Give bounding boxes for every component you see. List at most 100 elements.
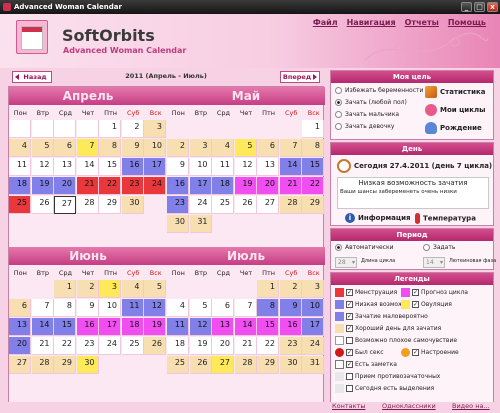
period-set-option[interactable]: Задать [423,244,455,251]
day-cell[interactable]: 17 [99,318,121,336]
close-button[interactable]: x [487,2,498,12]
day-cell[interactable]: 2 [121,120,144,138]
day-cell[interactable]: 28 [31,356,54,374]
day-cell[interactable]: 23 [279,337,302,355]
day-cell[interactable]: 2 [279,280,302,298]
menu-navigation[interactable]: Навигация [347,18,396,27]
day-cell[interactable]: 1 [257,280,279,298]
day-cell[interactable]: 18 [212,177,234,195]
period-auto-option[interactable]: Автоматически [335,244,393,251]
goal-option-boy[interactable]: Зачать мальчика [335,111,399,118]
day-cell[interactable]: 25 [212,196,234,214]
day-cell[interactable]: 26 [189,356,212,374]
legend-good-day[interactable]: ✓ Хороший день для зачатия [335,324,441,333]
day-cell[interactable]: 30 [167,215,189,233]
day-cell[interactable]: 3 [189,139,212,157]
contacts-link[interactable]: Контакты [332,402,365,410]
day-cell[interactable]: 14 [279,158,302,176]
legend-unlikely[interactable]: ✓ Зачатие маловероятно [335,312,428,321]
day-cell[interactable]: 16 [121,158,144,176]
legend-note[interactable]: ✓ Есть заметка [335,360,397,369]
day-cell[interactable]: 9 [279,299,302,317]
legend-bad-feeling[interactable]: Возможно плохое самочувствие [335,336,457,345]
day-cell[interactable]: 3 [99,280,121,298]
day-cell[interactable]: 29 [302,196,324,214]
day-cell[interactable]: 27 [257,196,279,214]
day-cell[interactable]: 2 [167,139,189,157]
day-cell[interactable]: 9 [76,299,99,317]
day-cell[interactable]: 30 [279,356,302,374]
video-link[interactable]: Видео на... [452,402,490,410]
day-cell[interactable]: 21 [76,177,99,195]
menu-file[interactable]: Файл [313,18,338,27]
day-cell[interactable]: 19 [31,177,54,195]
day-cell[interactable]: 25 [9,196,31,214]
day-cell[interactable]: 14 [76,158,99,176]
day-cell[interactable]: 9 [167,158,189,176]
day-cell[interactable]: 25 [167,356,189,374]
day-cell[interactable]: 17 [144,158,166,176]
day-cell[interactable]: 5 [31,139,54,157]
day-cell[interactable]: 22 [99,177,121,195]
menu-reports[interactable]: Отчеты [405,18,439,27]
legend-discharge[interactable]: Сегодня есть выделения [335,384,434,393]
day-cell[interactable]: 24 [302,337,324,355]
legend-low[interactable]: ✓ Низкая возмож. [335,300,405,309]
day-cell[interactable]: 18 [121,318,144,336]
day-cell[interactable]: 10 [302,299,324,317]
day-cell[interactable]: 27 [212,356,234,374]
day-cell[interactable]: 30 [76,356,99,374]
statistics-link[interactable]: Статистика [425,86,485,98]
legend-menstruation[interactable]: ✓ Менструация [335,288,397,297]
day-cell[interactable]: 6 [9,299,31,317]
day-cell[interactable]: 3 [302,280,324,298]
goal-option-avoid[interactable]: Избежать беременности [335,87,423,94]
day-cell[interactable]: 12 [234,158,257,176]
day-cell[interactable]: 14 [234,318,257,336]
day-cell[interactable]: 13 [9,318,31,336]
day-cell[interactable]: 3 [144,120,166,138]
day-cell[interactable]: 22 [54,337,76,355]
day-cell[interactable]: 19 [189,337,212,355]
day-cell[interactable]: 5 [189,299,212,317]
day-cell[interactable]: 18 [167,337,189,355]
day-cell[interactable]: 20 [257,177,279,195]
day-cell[interactable]: 2 [76,280,99,298]
day-cell[interactable]: 8 [99,139,121,157]
day-cell[interactable]: 16 [76,318,99,336]
day-cell[interactable]: 18 [9,177,31,195]
day-cell[interactable]: 1 [99,120,121,138]
day-cell[interactable]: 10 [189,158,212,176]
day-cell[interactable]: 10 [144,139,166,157]
day-cell[interactable]: 20 [54,177,76,195]
day-cell[interactable]: 6 [54,139,76,157]
day-cell[interactable]: 11 [9,158,31,176]
day-cell[interactable]: 11 [212,158,234,176]
day-cell[interactable]: 30 [121,196,144,214]
day-cell[interactable]: 8 [54,299,76,317]
menu-help[interactable]: Помощь [448,18,486,27]
day-cell[interactable]: 28 [76,196,99,214]
day-cell[interactable]: 23 [76,337,99,355]
day-cell[interactable]: 20 [212,337,234,355]
day-cell[interactable]: 22 [302,177,324,195]
day-cell[interactable]: 5 [234,139,257,157]
day-cell[interactable]: 10 [99,299,121,317]
day-cell[interactable]: 29 [54,356,76,374]
day-cell[interactable]: 21 [31,337,54,355]
birth-link[interactable]: Рождение [425,122,482,134]
day-cell[interactable]: 6 [212,299,234,317]
goal-option-conceive[interactable]: Зачать (любой пол) [335,99,407,106]
day-cell[interactable]: 26 [144,337,166,355]
minimize-button[interactable]: _ [461,2,472,12]
day-cell[interactable]: 4 [212,139,234,157]
day-cell[interactable] [31,120,54,138]
day-cell[interactable]: 7 [234,299,257,317]
day-cell[interactable]: 27 [54,196,76,214]
day-cell[interactable]: 4 [9,139,31,157]
day-cell[interactable]: 7 [31,299,54,317]
maximize-button[interactable]: □ [474,2,485,12]
day-cell[interactable]: 22 [257,337,279,355]
day-cell[interactable]: 17 [302,318,324,336]
luteal-phase-select[interactable]: 14 [423,257,445,268]
